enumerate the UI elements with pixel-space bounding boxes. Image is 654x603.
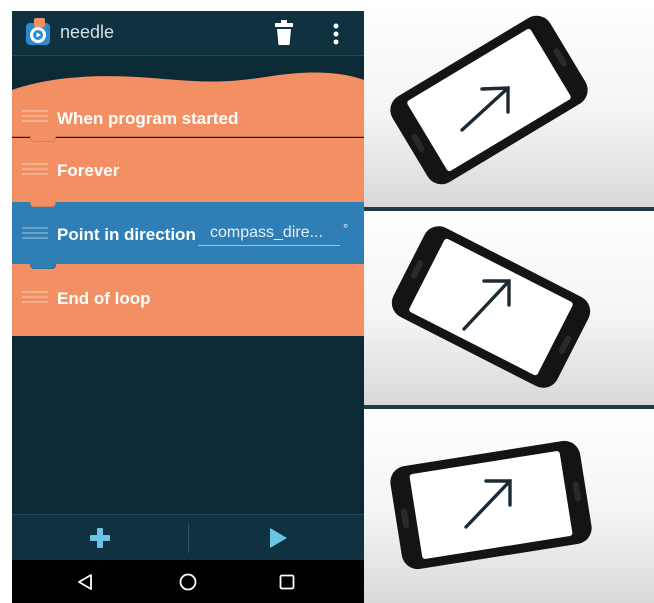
- overflow-menu-icon[interactable]: [330, 21, 342, 47]
- back-icon[interactable]: [76, 573, 94, 591]
- illustration-panel-1: [364, 0, 654, 207]
- script-area: When program started Forever Point in di…: [12, 56, 364, 514]
- phone-with-arrow-icon: [390, 15, 588, 185]
- bottom-bar: [12, 514, 364, 561]
- brick-forever[interactable]: Forever: [12, 138, 364, 202]
- drag-handle-icon[interactable]: [22, 110, 48, 124]
- app-title: needle: [60, 22, 115, 42]
- action-bar: needle: [12, 11, 364, 56]
- brick-end-of-loop[interactable]: End of loop: [12, 264, 364, 336]
- recents-icon[interactable]: [279, 574, 295, 590]
- phone-with-arrow-icon: [390, 440, 592, 570]
- phone-with-arrow-icon: [391, 226, 591, 388]
- illustration-panel-3: [364, 409, 654, 603]
- app-logo-icon: [26, 18, 50, 45]
- brick-connector: [30, 201, 56, 207]
- home-icon[interactable]: [178, 572, 198, 592]
- brick-connector: [30, 136, 56, 142]
- play-icon[interactable]: [267, 527, 289, 549]
- brick-when-program-started[interactable]: When program started: [12, 96, 364, 137]
- add-icon[interactable]: [88, 526, 112, 550]
- brick-label: Forever: [57, 161, 120, 180]
- direction-input[interactable]: compass_dire...: [198, 220, 340, 246]
- brick-label: Point in direction: [57, 225, 196, 244]
- app-screen: needle When program started Forever Poin…: [12, 11, 364, 603]
- brick-label: When program started: [57, 109, 239, 128]
- brick-point-in-direction[interactable]: Point in direction compass_dire... °: [12, 202, 364, 264]
- trash-icon[interactable]: [274, 20, 294, 46]
- brick-label: End of loop: [57, 289, 151, 308]
- brick-connector: [30, 263, 56, 269]
- drag-handle-icon[interactable]: [22, 291, 48, 305]
- system-nav-bar: [12, 560, 364, 603]
- illustration-panel-2: [364, 211, 654, 405]
- drag-handle-icon[interactable]: [22, 163, 48, 177]
- drag-handle-icon[interactable]: [22, 227, 48, 241]
- degree-unit: °: [343, 221, 349, 236]
- bottom-bar-divider: [188, 523, 189, 553]
